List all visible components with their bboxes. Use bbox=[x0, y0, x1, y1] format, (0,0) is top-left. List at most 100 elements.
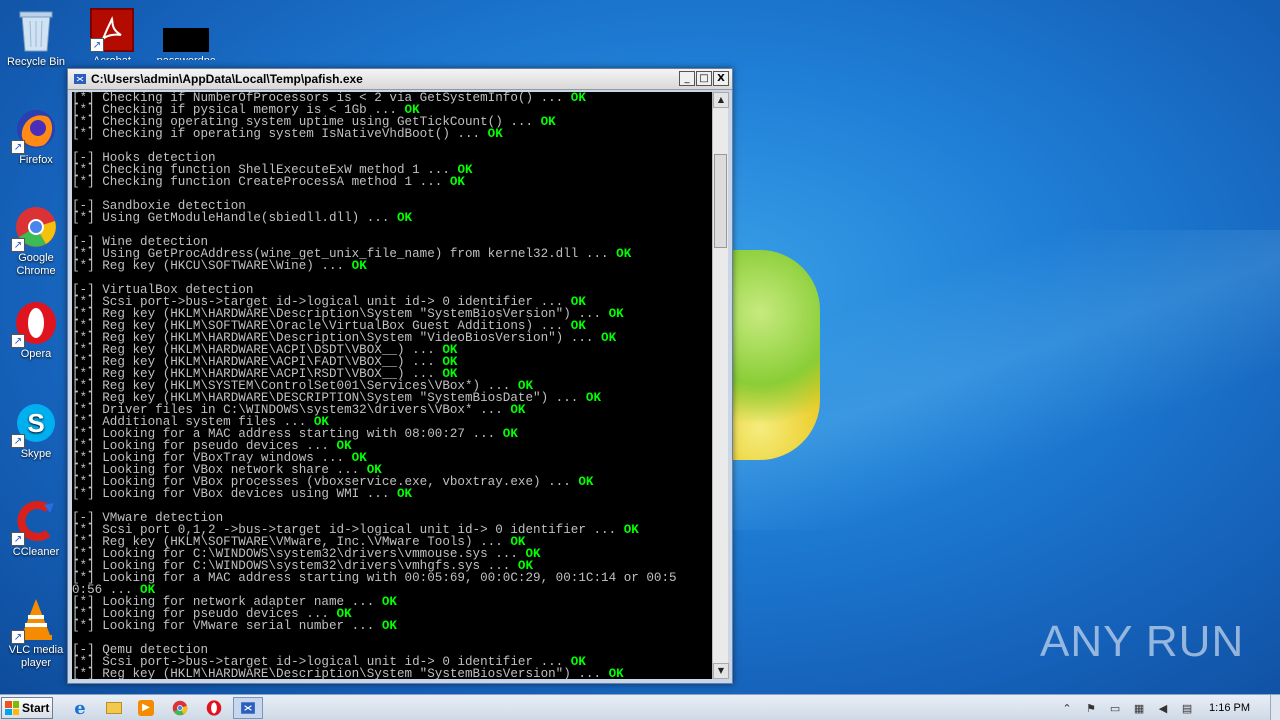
display-icon[interactable]: ▭ bbox=[1107, 700, 1123, 716]
console-line: [*] Reg key (HKLM\HARDWARE\Description\S… bbox=[72, 668, 712, 679]
start-label: Start bbox=[22, 701, 50, 715]
desktop-icon-opera[interactable]: ↗ Opera bbox=[4, 300, 68, 361]
console-line: [*] Looking for VMware serial number ...… bbox=[72, 619, 712, 633]
folder-icon bbox=[106, 702, 122, 714]
ok-status: OK bbox=[601, 331, 617, 345]
console-app-icon bbox=[73, 72, 87, 86]
desktop-icon-skype[interactable]: S ↗ Skype bbox=[4, 400, 68, 461]
desktop-icon-label: VLC media player bbox=[8, 644, 64, 669]
ok-status: OK bbox=[570, 92, 586, 105]
shortcut-arrow-icon: ↗ bbox=[11, 140, 25, 154]
ok-status: OK bbox=[449, 175, 465, 189]
console-line-text: [*] Looking for VMware serial number ... bbox=[72, 619, 382, 633]
power-icon[interactable]: ▤ bbox=[1179, 700, 1195, 716]
desktop-icon-label: Skype bbox=[20, 448, 52, 460]
opera-icon bbox=[206, 700, 222, 716]
console-line: [*] Looking for VBox devices using WMI .… bbox=[72, 487, 712, 501]
console-line-text: [*] Reg key (HKCU\SOFTWARE\Wine) ... bbox=[72, 259, 352, 273]
chrome-icon: ↗ bbox=[11, 204, 59, 252]
scroll-up-arrow-icon[interactable]: ▲ bbox=[713, 92, 729, 108]
svg-text:S: S bbox=[27, 408, 44, 438]
ok-status: OK bbox=[623, 523, 639, 537]
console-line-text: [*] Checking function CreateProcessA met… bbox=[72, 175, 450, 189]
desktop-icon-acrobat[interactable]: ↗ Acrobat bbox=[80, 8, 144, 60]
chrome-icon bbox=[172, 700, 188, 716]
console-output[interactable]: [*] Checking if NumberOfProcessors is < … bbox=[72, 92, 712, 679]
maximize-button[interactable]: □ bbox=[696, 71, 712, 86]
console-line-text: [*] Checking if operating system IsNativ… bbox=[72, 127, 488, 141]
taskbar-media-player[interactable]: ▶ bbox=[132, 697, 160, 719]
console-line-text: [*] Looking for VBox devices using WMI .… bbox=[72, 487, 397, 501]
desktop-icon-recycle-bin[interactable]: Recycle Bin bbox=[4, 8, 68, 69]
anyrun-watermark: ANY RUN bbox=[1040, 612, 1244, 672]
console-line-text: [*] Looking for a MAC address starting w… bbox=[72, 571, 677, 585]
shortcut-arrow-icon: ↗ bbox=[11, 238, 25, 252]
scroll-down-arrow-icon[interactable]: ▼ bbox=[713, 663, 729, 679]
ok-status: OK bbox=[540, 115, 556, 129]
console-line: [*] Looking for a MAC address starting w… bbox=[72, 571, 712, 585]
recycle-bin-icon bbox=[13, 8, 59, 54]
shortcut-arrow-icon: ↗ bbox=[11, 630, 25, 644]
console-window[interactable]: C:\Users\admin\AppData\Local\Temp\pafish… bbox=[67, 68, 733, 684]
ok-status: OK bbox=[381, 619, 397, 633]
ok-status: OK bbox=[396, 487, 413, 501]
console-line: [*] Using GetModuleHandle(sbiedll.dll) .… bbox=[72, 211, 712, 225]
taskbar-clock[interactable]: 1:16 PM bbox=[1209, 702, 1250, 714]
console-app-icon bbox=[241, 702, 255, 714]
console-line: [*] Checking function CreateProcessA met… bbox=[72, 175, 712, 189]
taskbar-console-active[interactable] bbox=[233, 697, 263, 719]
ok-status: OK bbox=[585, 391, 602, 405]
ok-status: OK bbox=[510, 403, 526, 417]
taskbar-explorer[interactable] bbox=[100, 697, 128, 719]
ok-status: OK bbox=[608, 667, 624, 679]
media-player-icon: ▶ bbox=[138, 700, 154, 716]
desktop-icon-ccleaner[interactable]: ↗ CCleaner bbox=[4, 498, 68, 559]
console-line: [*] Checking if operating system IsNativ… bbox=[72, 127, 712, 141]
ok-status: OK bbox=[578, 475, 594, 489]
shortcut-arrow-icon: ↗ bbox=[90, 38, 104, 52]
volume-icon[interactable]: ◀ bbox=[1155, 700, 1171, 716]
ok-status: OK bbox=[381, 595, 397, 609]
skype-icon: S ↗ bbox=[11, 400, 59, 448]
ok-status: OK bbox=[396, 211, 413, 225]
acrobat-icon: ↗ bbox=[90, 8, 134, 52]
ok-status: OK bbox=[502, 427, 518, 441]
desktop-icon-vlc[interactable]: ↗ VLC media player bbox=[4, 596, 68, 670]
show-desktop-button[interactable] bbox=[1270, 695, 1280, 720]
taskbar-opera[interactable] bbox=[200, 697, 228, 719]
desktop-icon-passwordpc[interactable]: passwordpc bbox=[154, 8, 218, 60]
file-icon bbox=[163, 28, 209, 52]
console-line: [*] Reg key (HKCU\SOFTWARE\Wine) ... OK bbox=[72, 259, 712, 273]
scrollbar-thumb[interactable] bbox=[714, 154, 727, 248]
start-button[interactable]: Start bbox=[1, 697, 53, 719]
minimize-button[interactable]: _ bbox=[679, 71, 695, 86]
taskbar-ie[interactable]: e bbox=[66, 697, 94, 719]
taskbar-chrome[interactable] bbox=[166, 697, 194, 719]
desktop-icon-chrome[interactable]: ↗ Google Chrome bbox=[4, 204, 68, 278]
show-hidden-icons-icon[interactable]: ⌃ bbox=[1059, 700, 1075, 716]
desktop-icon-label: Google Chrome bbox=[16, 252, 56, 277]
windows-logo-wallpaper bbox=[720, 250, 820, 460]
desktop-icon-firefox[interactable]: ↗ Firefox bbox=[4, 106, 68, 167]
network-icon[interactable]: ▦ bbox=[1131, 700, 1147, 716]
ccleaner-icon: ↗ bbox=[11, 498, 59, 546]
desktop-icon-label: passwordpc bbox=[157, 52, 216, 60]
desktop-icon-label: Firefox bbox=[19, 154, 53, 166]
watermark-text: ANY RUN bbox=[1040, 617, 1245, 666]
ok-status: OK bbox=[608, 307, 624, 321]
action-center-flag-icon[interactable]: ⚑ bbox=[1083, 700, 1099, 716]
desktop-icon-label: Recycle Bin bbox=[6, 56, 66, 68]
system-tray: ⌃ ⚑ ▭ ▦ ◀ ▤ 1:16 PM bbox=[1055, 695, 1280, 720]
ok-status: OK bbox=[616, 247, 632, 261]
internet-explorer-icon: e bbox=[74, 697, 86, 719]
window-titlebar[interactable]: C:\Users\admin\AppData\Local\Temp\pafish… bbox=[68, 69, 732, 90]
opera-icon: ↗ bbox=[11, 300, 59, 348]
windows-flag-icon bbox=[5, 701, 19, 715]
taskbar: Start e ▶ ⌃ ⚑ ▭ ▦ ◀ ▤ 1:16 PM bbox=[0, 694, 1280, 720]
firefox-icon: ↗ bbox=[11, 106, 59, 154]
console-line-text: [*] Using GetModuleHandle(sbiedll.dll) .… bbox=[72, 211, 397, 225]
desktop-icon-label: Opera bbox=[20, 348, 52, 360]
window-title: C:\Users\admin\AppData\Local\Temp\pafish… bbox=[91, 72, 363, 86]
vertical-scrollbar[interactable]: ▲ ▼ bbox=[712, 92, 729, 679]
close-button[interactable]: X bbox=[713, 71, 729, 86]
